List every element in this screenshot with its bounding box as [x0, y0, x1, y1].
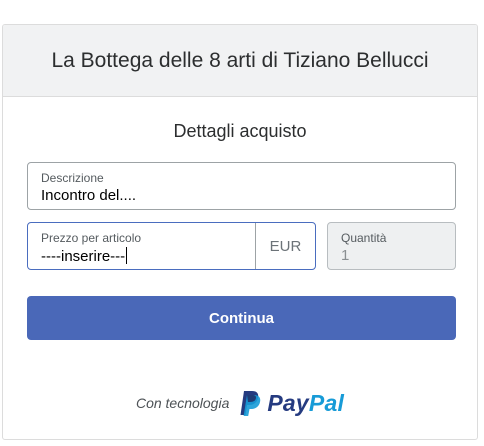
- merchant-name: La Bottega delle 8 arti di Tiziano Bellu…: [51, 48, 429, 72]
- price-label: Prezzo per articolo: [41, 231, 142, 245]
- quantity-field: Quantità 1: [327, 222, 456, 270]
- quantity-label: Quantità: [341, 231, 387, 245]
- currency-label: EUR: [269, 237, 302, 255]
- paypal-logo: PayPal: [239, 389, 344, 417]
- description-field[interactable]: Descrizione Incontro del....: [27, 162, 456, 210]
- section-title: Dettagli acquisto: [173, 121, 307, 141]
- text-caret: [126, 247, 128, 264]
- price-value-wrapper: ----inserire---: [41, 247, 128, 265]
- continue-button-label: Continua: [209, 309, 274, 327]
- quantity-value: 1: [341, 247, 350, 264]
- merchant-header: La Bottega delle 8 arti di Tiziano Bellu…: [3, 25, 477, 97]
- description-label: Descrizione: [41, 171, 104, 185]
- paypal-word-pal: Pal: [308, 389, 345, 416]
- continue-button[interactable]: Continua: [27, 296, 456, 340]
- description-value: Incontro del....: [41, 187, 137, 204]
- paypal-word-pay: Pay: [267, 389, 309, 416]
- paypal-wordmark: PayPal: [267, 390, 344, 417]
- powered-by-text: Con tecnologia: [135, 395, 230, 411]
- payment-card: La Bottega delle 8 arti di Tiziano Bellu…: [2, 24, 478, 440]
- powered-by-footer: Con tecnologia PayPal: [3, 385, 477, 421]
- price-value: ----inserire---: [41, 248, 126, 265]
- paypal-logo-icon: [240, 391, 261, 416]
- price-field[interactable]: Prezzo per articolo ----inserire--- EUR: [27, 222, 316, 270]
